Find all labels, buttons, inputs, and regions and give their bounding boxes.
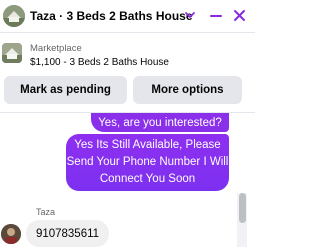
more-options-button[interactable]: More options [133,76,242,104]
mark-as-pending-button[interactable]: Mark as pending [4,76,127,104]
message-list[interactable]: Yes, are you interested? Yes Its Still A… [0,113,255,252]
chat-title[interactable]: Taza · 3 Beds 2 Baths House [30,9,193,23]
avatar[interactable] [1,224,21,244]
close-icon[interactable] [232,8,247,23]
chat-header: Taza · 3 Beds 2 Baths House [0,0,255,33]
minimize-icon[interactable] [209,9,223,23]
listing-source: Marketplace [30,43,82,54]
chevron-down-icon[interactable] [183,8,197,22]
sender-name: Taza [36,207,56,217]
incoming-message: 9107835611 [26,220,109,247]
outgoing-message: Yes Its Still Available, Please Send You… [66,134,229,191]
listing-price-title[interactable]: $1,100 - 3 Beds 2 Baths House [30,57,169,68]
listing-thumbnail[interactable] [2,43,22,63]
outgoing-message: Yes, are you interested? [91,113,229,132]
avatar[interactable] [3,5,25,27]
scrollbar-thumb[interactable] [239,193,246,223]
listing-panel: Marketplace $1,100 - 3 Beds 2 Baths Hous… [0,33,255,113]
